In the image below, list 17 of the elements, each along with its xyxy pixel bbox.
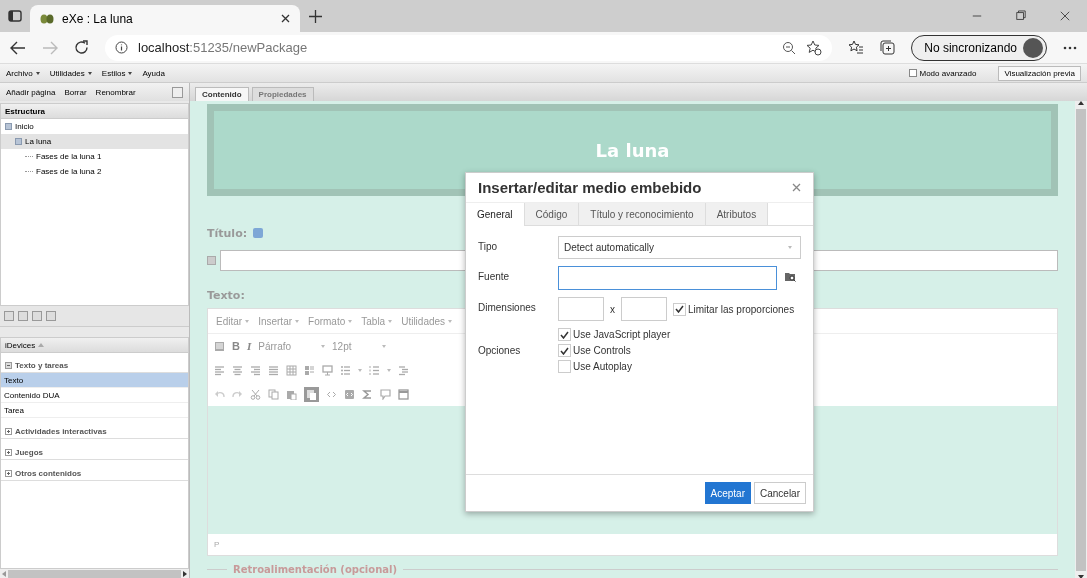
url-text: localhost:51235/newPackage	[138, 40, 308, 55]
field-label: Dimensiones	[478, 301, 537, 315]
checkbox-label: Use Controls	[573, 345, 631, 356]
status-path: P	[208, 534, 1057, 555]
checkbox-label: Use JavaScript player	[573, 329, 671, 340]
panel-title: Estructura	[0, 103, 189, 119]
field-label: Texto:	[207, 288, 245, 302]
field-label: Opciones	[478, 345, 522, 356]
checkbox-label: Limitar las proporciones	[688, 303, 795, 315]
dimension-separator: x	[610, 303, 615, 315]
panel-title: iDevices	[5, 340, 36, 350]
field-label: Título:	[207, 226, 248, 240]
field-label: Fuente	[478, 270, 511, 284]
checkbox-label: Modo avanzado	[919, 68, 977, 78]
dialog-title: Insertar/editar medio embebido	[478, 179, 703, 196]
field-label: Tipo	[478, 240, 499, 254]
checkbox-label: Use Autoplay	[573, 361, 632, 372]
